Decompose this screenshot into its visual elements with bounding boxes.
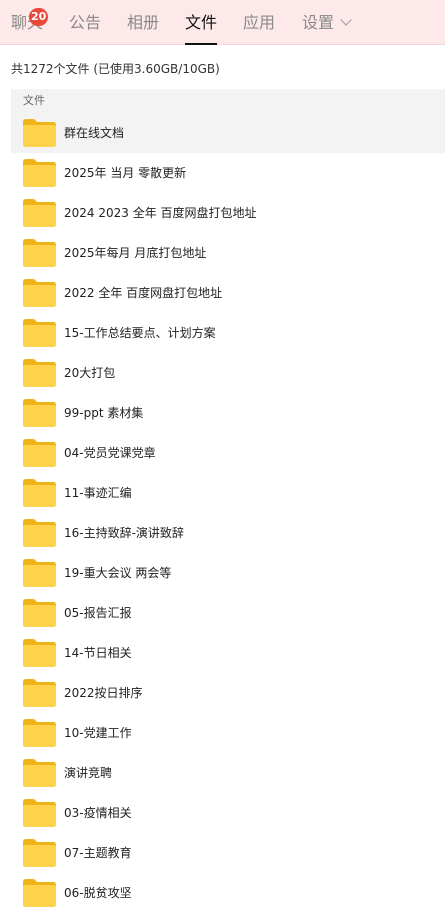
storage-summary: 共1272个文件 (已使用3.60GB/10GB) [11,62,220,76]
folder-icon [23,399,56,427]
folder-icon [23,519,56,547]
file-list: 群在线文档 2025年 当月 零散更新 2024 2023 全年 百度网盘打包地址 2… [11,113,445,913]
folder-icon [23,439,56,467]
folder-name: 06-脱贫攻坚 [64,886,132,900]
folder-icon [23,279,56,307]
folder-row[interactable]: 05-报告汇报 [11,593,445,633]
folder-name: 99-ppt 素材集 [64,406,144,420]
folder-row[interactable]: 04-党员党课党章 [11,433,445,473]
folder-name: 2024 2023 全年 百度网盘打包地址 [64,206,257,220]
folder-icon [23,159,56,187]
folder-name: 2022 全年 百度网盘打包地址 [64,286,223,300]
unread-badge: 20 [29,8,49,26]
folder-name: 2025年 当月 零散更新 [64,166,187,180]
folder-row[interactable]: 10-党建工作 [11,713,445,753]
folder-name: 05-报告汇报 [64,606,132,620]
folder-icon [23,879,56,907]
folder-name: 群在线文档 [64,126,125,140]
tab-album[interactable]: 相册 [127,0,159,45]
folder-icon [23,559,56,587]
tab-files[interactable]: 文件 [185,0,218,45]
folder-icon [23,639,56,667]
folder-row[interactable]: 群在线文档 [11,113,445,153]
column-header-file: 文件 [23,94,45,107]
folder-row[interactable]: 19-重大会议 两会等 [11,553,445,593]
folder-name: 16-主持致辞-演讲致辞 [64,526,184,540]
tab-announcements[interactable]: 公告 [69,0,101,45]
top-tab-bar: 聊天 20 公告 相册 文件 应用 设置 [0,0,445,45]
folder-name: 11-事迹汇编 [64,486,132,500]
folder-name: 19-重大会议 两会等 [64,566,172,580]
folder-name: 2022按日排序 [64,686,143,700]
tab-settings-label: 设置 [302,13,335,32]
folder-row[interactable]: 06-脱贫攻坚 [11,873,445,913]
tab-announcements-label: 公告 [69,13,102,32]
folder-icon [23,239,56,267]
folder-row[interactable]: 16-主持致辞-演讲致辞 [11,513,445,553]
folder-icon [23,319,56,347]
folder-row[interactable]: 2024 2023 全年 百度网盘打包地址 [11,193,445,233]
chevron-down-icon [340,14,352,26]
tab-files-label: 文件 [185,13,218,32]
folder-icon [23,719,56,747]
folder-icon [23,479,56,507]
folder-row[interactable]: 14-节日相关 [11,633,445,673]
folder-icon [23,799,56,827]
tab-apps[interactable]: 应用 [243,0,275,45]
folder-row[interactable]: 2022 全年 百度网盘打包地址 [11,273,445,313]
folder-icon [23,839,56,867]
folder-icon [23,199,56,227]
folder-name: 14-节日相关 [64,646,132,660]
folder-name: 10-党建工作 [64,726,132,740]
file-list-header: 文件 [11,89,445,113]
folder-row[interactable]: 2025年 当月 零散更新 [11,153,445,193]
folder-row[interactable]: 99-ppt 素材集 [11,393,445,433]
tab-album-label: 相册 [127,13,160,32]
folder-row[interactable]: 2025年每月 月底打包地址 [11,233,445,273]
folder-row[interactable]: 2022按日排序 [11,673,445,713]
tab-apps-label: 应用 [243,13,276,32]
folder-icon [23,759,56,787]
folder-name: 15-工作总结要点、计划方案 [64,326,216,340]
folder-name: 04-党员党课党章 [64,446,156,460]
folder-row[interactable]: 07-主题教育 [11,833,445,873]
folder-name: 2025年每月 月底打包地址 [64,246,207,260]
folder-name: 07-主题教育 [64,846,132,860]
folder-row[interactable]: 03-疫情相关 [11,793,445,833]
tab-chat[interactable]: 聊天 20 [11,0,49,45]
folder-icon [23,679,56,707]
folder-icon [23,359,56,387]
tab-settings[interactable]: 设置 [302,0,352,45]
folder-name: 03-疫情相关 [64,806,132,820]
folder-row[interactable]: 20大打包 [11,353,445,393]
folder-row[interactable]: 演讲竞聘 [11,753,445,793]
folder-row[interactable]: 11-事迹汇编 [11,473,445,513]
folder-name: 演讲竞聘 [64,766,113,780]
folder-name: 20大打包 [64,366,116,380]
folder-icon [23,119,56,147]
folder-row[interactable]: 15-工作总结要点、计划方案 [11,313,445,353]
folder-icon [23,599,56,627]
